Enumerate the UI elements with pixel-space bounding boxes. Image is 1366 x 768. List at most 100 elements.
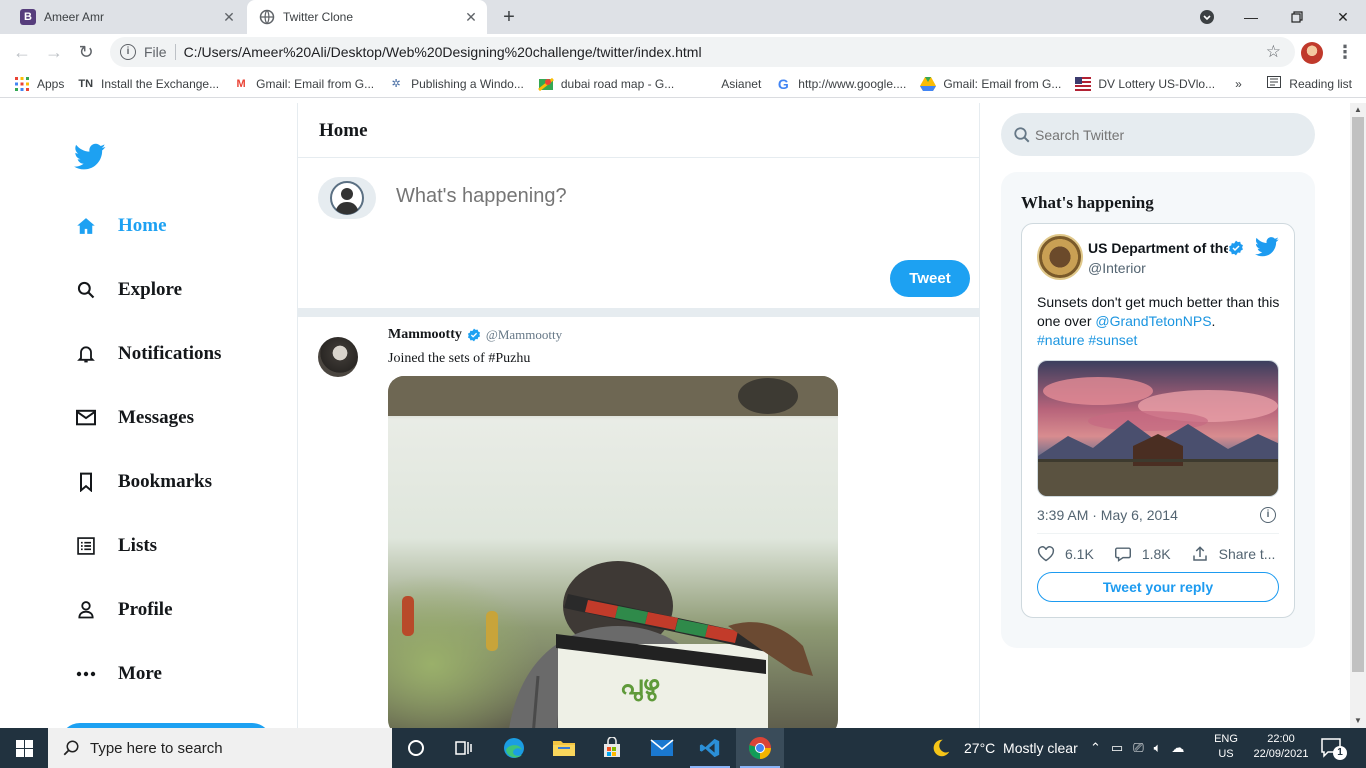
- clock[interactable]: 22:00 22/09/2021: [1245, 732, 1317, 762]
- tab-search-button[interactable]: [1184, 0, 1230, 34]
- bookmark-apps[interactable]: Apps: [14, 76, 64, 92]
- tab-title: Ameer Amr: [44, 10, 105, 24]
- embed-author-name[interactable]: US Department of the Interior: [1088, 240, 1228, 256]
- sidebar-item-home[interactable]: Home: [74, 210, 167, 242]
- reading-list-label: Reading list: [1289, 76, 1352, 91]
- reading-list-button[interactable]: Reading list: [1267, 76, 1352, 91]
- reload-button[interactable]: ↻: [74, 40, 98, 64]
- taskbar-search-box[interactable]: Type here to search: [48, 728, 392, 768]
- bookmark-dv-lottery[interactable]: DV Lottery US-DVlo...: [1075, 76, 1215, 92]
- page-scrollbar[interactable]: ▲ ▼: [1350, 103, 1366, 728]
- sidebar-item-profile[interactable]: Profile: [74, 594, 173, 626]
- profile-avatar[interactable]: [1301, 42, 1323, 64]
- tab-twitter-clone[interactable]: Twitter Clone ✕: [247, 0, 487, 34]
- hashtag-links[interactable]: #nature #sunset: [1037, 332, 1137, 348]
- twitter-bird-icon[interactable]: [74, 143, 106, 171]
- tweet-timestamp[interactable]: 3:39 AM · May 6, 2014: [1037, 507, 1178, 523]
- heart-icon: [1037, 546, 1055, 562]
- bookmark-gmail[interactable]: M Gmail: Email from G...: [233, 76, 375, 92]
- menu-kebab-icon[interactable]: ⋮: [1336, 40, 1354, 64]
- chrome-app[interactable]: [736, 728, 784, 768]
- sidebar-item-bookmarks[interactable]: Bookmarks: [74, 466, 212, 498]
- notification-center-button[interactable]: 1: [1320, 736, 1347, 760]
- language-indicator[interactable]: ENG US: [1210, 732, 1242, 762]
- close-icon[interactable]: ✕: [463, 9, 479, 25]
- bookmark-exchange[interactable]: TN Install the Exchange...: [78, 76, 219, 92]
- back-button[interactable]: ←: [10, 40, 34, 64]
- volume-icon[interactable]: 🔈︎: [1154, 740, 1162, 756]
- cloud-icon[interactable]: ☁︎: [1171, 740, 1184, 756]
- minimize-button[interactable]: —: [1228, 0, 1274, 34]
- tweet-compose-input[interactable]: [396, 185, 896, 208]
- tweet-button[interactable]: Tweet: [890, 260, 970, 297]
- address-bar[interactable]: i File C:/Users/Ameer%20Ali/Desktop/Web%…: [110, 37, 1295, 67]
- sidebar-item-label: More: [118, 663, 162, 684]
- person-icon: [74, 598, 98, 622]
- sidebar-item-messages[interactable]: Messages: [74, 402, 194, 434]
- mail-app[interactable]: [638, 728, 686, 768]
- post-avatar[interactable]: [318, 337, 358, 377]
- cortana-button[interactable]: [392, 728, 440, 768]
- post-author-name[interactable]: Mammootty: [388, 327, 462, 343]
- bookmark-google[interactable]: G http://www.google....: [775, 76, 907, 92]
- new-tab-button[interactable]: +: [498, 6, 520, 28]
- bookmark-asianet[interactable]: Asianet: [698, 76, 761, 92]
- file-explorer-app[interactable]: [540, 728, 588, 768]
- bookmark-dubai-map[interactable]: dubai road map - G...: [537, 76, 674, 92]
- sidebar-item-notifications[interactable]: Notifications: [74, 338, 221, 370]
- embedded-tweet[interactable]: US Department of the Interior @Interior …: [1021, 223, 1295, 618]
- tweet-post[interactable]: Mammootty @Mammootty Joined the sets of …: [298, 317, 980, 728]
- share-button[interactable]: Share t...: [1191, 545, 1275, 563]
- sunset-photo[interactable]: [1037, 360, 1279, 497]
- store-app[interactable]: [588, 728, 636, 768]
- search-twitter-box[interactable]: [1001, 113, 1315, 156]
- bookmark-star-icon[interactable]: ☆: [1266, 42, 1281, 62]
- info-icon[interactable]: i: [120, 44, 136, 60]
- bookmark-publishing[interactable]: ✲ Publishing a Windo...: [388, 76, 524, 92]
- interior-avatar[interactable]: [1037, 234, 1083, 280]
- network-icon[interactable]: ▭: [1111, 740, 1123, 756]
- more-bookmarks-button[interactable]: »: [1235, 77, 1242, 91]
- tweet-your-reply-button[interactable]: Tweet your reply: [1037, 572, 1279, 602]
- vscode-app[interactable]: [686, 728, 734, 768]
- scroll-down-icon[interactable]: ▼: [1350, 714, 1366, 728]
- sidebar-item-explore[interactable]: Explore: [74, 274, 182, 306]
- start-button[interactable]: [0, 728, 48, 768]
- bookmark-label: Publishing a Windo...: [411, 76, 524, 91]
- twitter-bird-icon[interactable]: [1255, 236, 1279, 258]
- forward-button[interactable]: →: [42, 40, 66, 64]
- scroll-up-icon[interactable]: ▲: [1350, 103, 1366, 117]
- store-bag-icon: [604, 737, 620, 757]
- info-icon[interactable]: i: [1260, 507, 1276, 523]
- edge-app[interactable]: [490, 728, 538, 768]
- post-image[interactable]: പുഴു: [388, 376, 838, 728]
- post-author-handle[interactable]: @Mammootty: [486, 327, 562, 343]
- scrollbar-thumb[interactable]: [1352, 117, 1364, 672]
- chevron-up-icon[interactable]: ⌃: [1090, 740, 1101, 756]
- display-icon[interactable]: ⎚: [1133, 740, 1143, 756]
- weather-text: 27°C Mostly clear: [964, 740, 1078, 756]
- bell-icon: [74, 342, 98, 366]
- sidebar-item-more[interactable]: More: [74, 658, 162, 690]
- embed-author-handle[interactable]: @Interior: [1088, 260, 1146, 276]
- weather-widget[interactable]: 27°C Mostly clear: [930, 728, 1078, 768]
- twitter-clone-page: Home Explore Notifications Messages Book…: [0, 103, 1350, 728]
- close-icon[interactable]: ✕: [221, 9, 237, 25]
- bookmark-gmail-2[interactable]: Gmail: Email from G...: [920, 76, 1061, 92]
- search-input[interactable]: [1035, 126, 1295, 143]
- like-button[interactable]: 6.1K: [1037, 545, 1094, 563]
- mention-link[interactable]: @GrandTetonNPS: [1095, 313, 1211, 329]
- user-avatar-icon: [330, 181, 364, 215]
- sidebar-item-lists[interactable]: Lists: [74, 530, 157, 562]
- task-view-button[interactable]: [440, 728, 488, 768]
- gmail-drive-icon: [920, 76, 937, 92]
- maximize-button[interactable]: [1274, 0, 1320, 34]
- url-text[interactable]: C:/Users/Ameer%20Ali/Desktop/Web%20Desig…: [184, 44, 702, 60]
- tab-ameer-amr[interactable]: B Ameer Amr ✕: [8, 0, 245, 34]
- reading-list-icon: [1267, 76, 1282, 91]
- tn-icon: TN: [78, 77, 94, 90]
- close-window-button[interactable]: ✕: [1320, 0, 1366, 34]
- bookmark-label: Asianet: [721, 76, 762, 91]
- mail-icon: [74, 406, 98, 430]
- reply-button[interactable]: 1.8K: [1114, 545, 1171, 563]
